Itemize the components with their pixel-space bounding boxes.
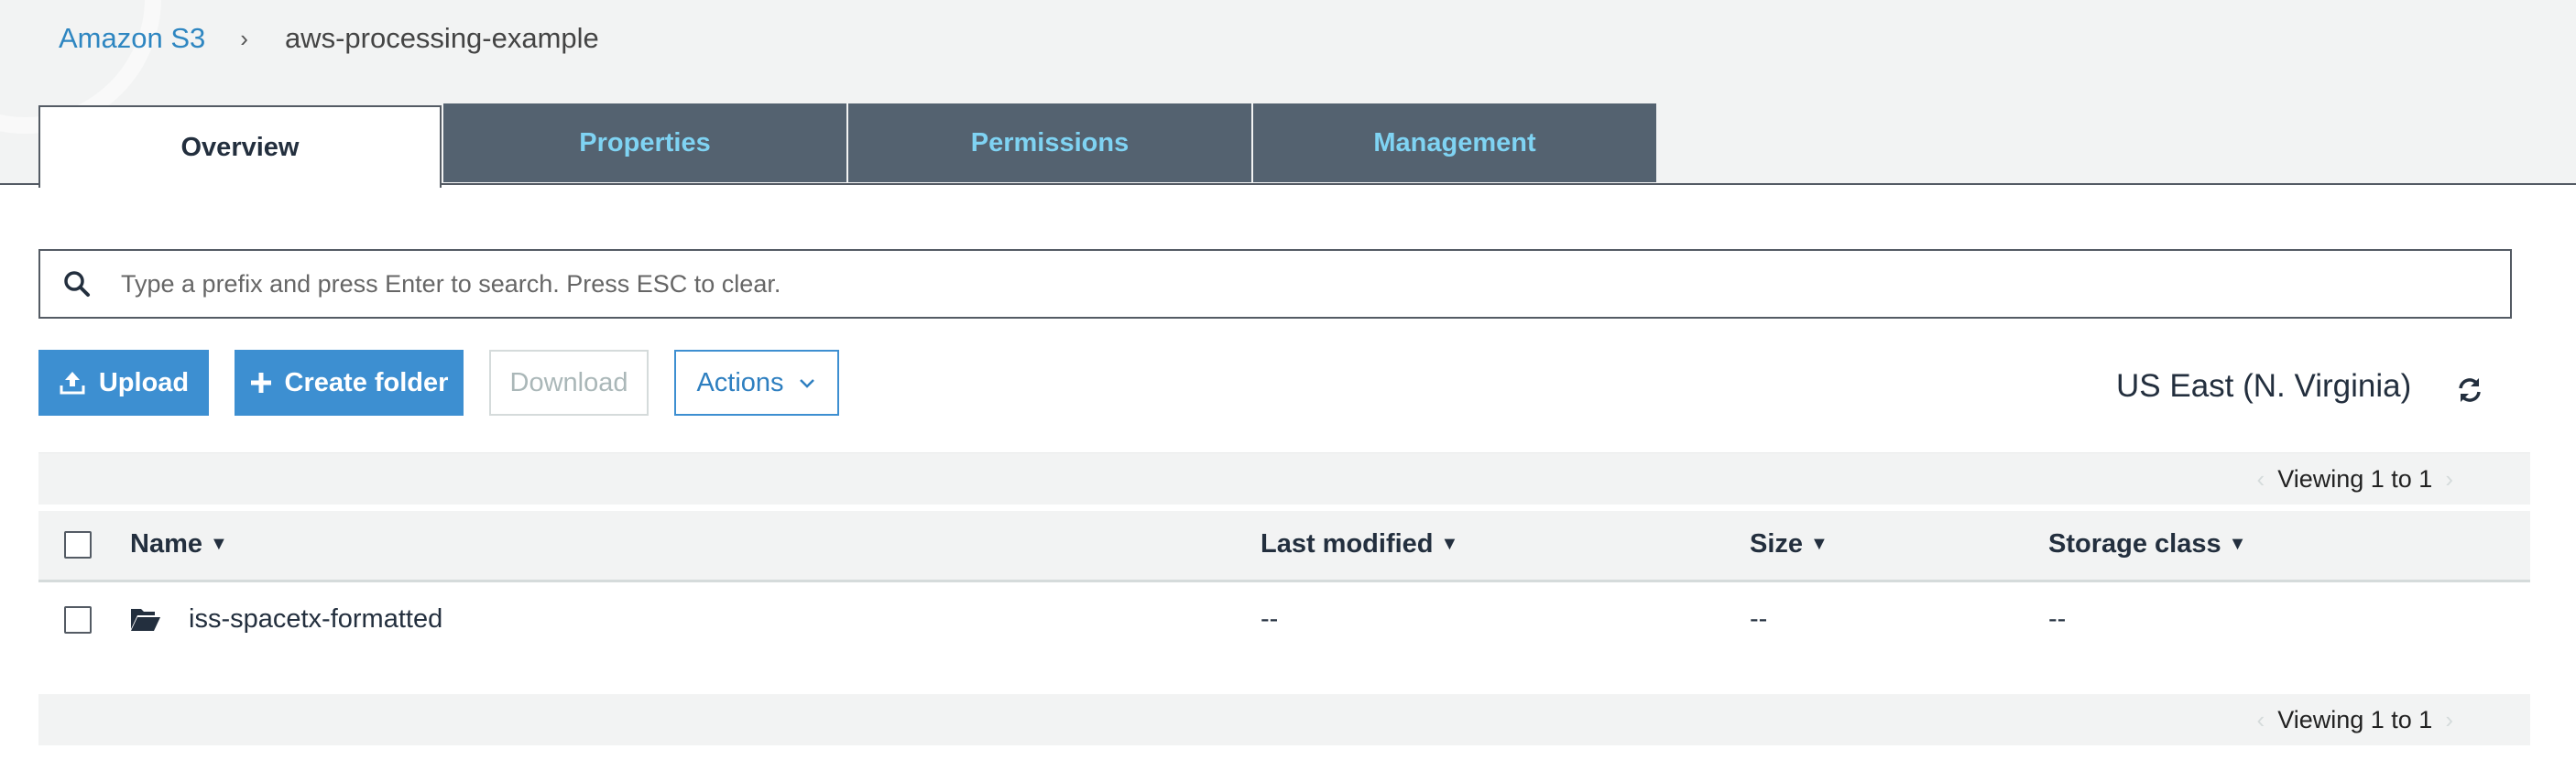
breadcrumb: Amazon S3 › aws-processing-example (59, 18, 599, 59)
search-input[interactable] (119, 268, 2510, 299)
column-size[interactable]: Size ▼ (1750, 529, 1828, 559)
chevron-down-icon (799, 379, 814, 388)
create-folder-label: Create folder (284, 367, 449, 397)
column-storage-class[interactable]: Storage class ▼ (2048, 529, 2246, 559)
tab-overview[interactable]: Overview (38, 105, 442, 188)
chevron-right-icon[interactable]: › (2445, 465, 2453, 494)
upload-label: Upload (98, 367, 190, 397)
actions-label: Actions (696, 367, 784, 397)
column-name[interactable]: Name ▼ (130, 529, 228, 559)
breadcrumb-separator: › (240, 24, 248, 52)
chevron-left-icon[interactable]: ‹ (2257, 465, 2265, 494)
search-icon (64, 271, 90, 297)
breadcrumb-current: aws-processing-example (284, 22, 599, 54)
sort-caret-icon: ▼ (210, 534, 228, 554)
row-size: -- (1750, 604, 1768, 634)
pagination-bottom: ‹ Viewing 1 to 1 › (38, 694, 2530, 745)
sort-caret-icon: ▼ (1810, 534, 1828, 554)
tab-permissions[interactable]: Permissions (848, 103, 1251, 182)
row-name-link[interactable]: iss-spacetx-formatted (189, 604, 442, 635)
column-storage-class-label: Storage class (2048, 529, 2221, 559)
upload-button[interactable]: Upload (38, 350, 209, 416)
folder-open-icon (131, 609, 160, 631)
refresh-icon[interactable] (2455, 375, 2484, 405)
download-button[interactable]: Download (489, 350, 649, 416)
select-all-checkbox[interactable] (64, 531, 92, 559)
upload-icon (60, 372, 85, 395)
tab-properties[interactable]: Properties (443, 103, 846, 182)
region-label: US East (N. Virginia) (2116, 368, 2412, 404)
table-row: iss-spacetx-formatted -- -- -- (38, 582, 2530, 657)
column-size-label: Size (1750, 529, 1804, 559)
chevron-left-icon[interactable]: ‹ (2257, 706, 2265, 734)
plus-icon (250, 373, 271, 393)
sort-caret-icon: ▼ (2228, 534, 2247, 554)
create-folder-button[interactable]: Create folder (235, 350, 464, 416)
breadcrumb-root-link[interactable]: Amazon S3 (59, 22, 205, 55)
download-label: Download (509, 367, 628, 397)
row-storage-class: -- (2048, 604, 2067, 634)
sort-caret-icon: ▼ (1440, 534, 1459, 554)
search-bar (38, 249, 2512, 319)
tab-management[interactable]: Management (1253, 103, 1656, 182)
chevron-right-icon[interactable]: › (2445, 706, 2453, 734)
pagination-bottom-text: Viewing 1 to 1 (2277, 705, 2433, 733)
column-last-modified-label: Last modified (1261, 529, 1434, 559)
row-last-modified: -- (1261, 604, 1279, 634)
tab-bar: Overview Properties Permissions Manageme… (38, 103, 1656, 188)
pagination-top: ‹ Viewing 1 to 1 › (38, 452, 2530, 505)
actions-dropdown[interactable]: Actions (674, 350, 839, 416)
column-name-label: Name (130, 529, 202, 559)
table-header: Name ▼ Last modified ▼ Size ▼ Storage cl… (38, 511, 2530, 582)
column-last-modified[interactable]: Last modified ▼ (1261, 529, 1458, 559)
pagination-top-text: Viewing 1 to 1 (2277, 464, 2433, 493)
row-checkbox[interactable] (64, 606, 92, 634)
